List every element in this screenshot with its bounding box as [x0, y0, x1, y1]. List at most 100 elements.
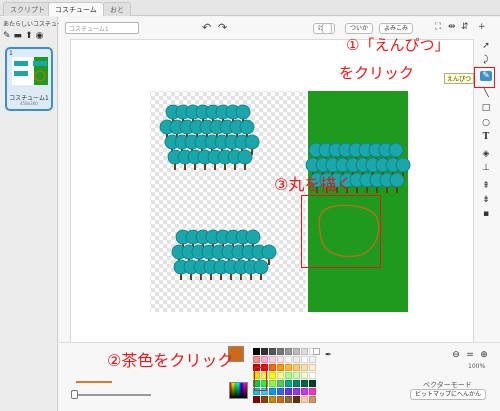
library-icon[interactable]: ▬ — [14, 31, 23, 41]
reshape-icon[interactable]: ⤸ — [480, 55, 492, 65]
color-swatch[interactable] — [285, 388, 292, 395]
redo-icon[interactable]: ↷ — [218, 22, 227, 34]
annotation-step2: ②茶色をクリック — [107, 351, 234, 370]
color-swatch[interactable] — [253, 356, 260, 363]
color-swatch[interactable] — [277, 356, 284, 363]
import-button[interactable]: よみこみ — [379, 23, 414, 34]
color-swatch[interactable] — [293, 348, 300, 355]
convert-to-bitmap-button[interactable]: ビットマップにへんかん — [410, 389, 487, 400]
color-swatch[interactable] — [309, 380, 316, 387]
ellipse-icon[interactable]: ○ — [480, 118, 492, 128]
crop-icon[interactable]: ⛶ — [435, 22, 441, 32]
color-swatch[interactable] — [261, 396, 268, 403]
color-swatch[interactable] — [269, 380, 276, 387]
color-swatch[interactable] — [277, 348, 284, 355]
color-swatch[interactable] — [301, 364, 308, 371]
tab-scripts[interactable]: スクリプト — [3, 2, 52, 16]
highlight-pencil-tool — [474, 67, 495, 88]
text-icon[interactable]: T — [480, 132, 492, 142]
camera-icon[interactable]: ◉ — [36, 31, 44, 41]
color-swatch[interactable] — [269, 348, 276, 355]
canvas-artwork — [150, 91, 411, 312]
pen-size-slider[interactable] — [71, 394, 151, 396]
color-swatch[interactable] — [309, 388, 316, 395]
color-swatch[interactable] — [269, 364, 276, 371]
spacer — [322, 23, 332, 34]
back-layer-icon[interactable]: ⇟ — [480, 195, 492, 205]
color-swatch[interactable] — [301, 372, 308, 379]
line-icon[interactable]: ╲ — [480, 88, 492, 98]
color-swatch[interactable] — [293, 356, 300, 363]
color-swatch[interactable] — [269, 372, 276, 379]
pencil-tooltip: えんぴつ — [444, 73, 475, 84]
select-icon[interactable]: ➚ — [480, 41, 492, 51]
stamp-icon[interactable]: ⊥ — [480, 163, 492, 173]
forward-layer-icon[interactable]: ⇞ — [480, 181, 492, 191]
color-swatch[interactable] — [253, 396, 260, 403]
zoom-in-icon[interactable]: ⊕ — [479, 350, 489, 360]
costume-number: 1 — [9, 50, 13, 57]
color-swatch[interactable] — [309, 356, 316, 363]
stroke-preview — [76, 381, 112, 383]
color-swatch[interactable] — [301, 356, 308, 363]
add-button[interactable]: ついか — [345, 23, 374, 34]
color-swatch[interactable] — [285, 364, 292, 371]
color-swatch[interactable] — [285, 372, 292, 379]
highlight-brown-color — [254, 367, 267, 391]
color-picker-gradient[interactable] — [229, 382, 248, 399]
color-swatch[interactable] — [269, 396, 276, 403]
color-swatch[interactable] — [301, 348, 308, 355]
color-swatch[interactable] — [293, 380, 300, 387]
costume-pane: あたらしいコスチューム: ✎ ▬ ⬆ ◉ 1 コスチューム1 458x360 — [0, 17, 71, 411]
eyedropper-icon[interactable]: ✒ — [325, 350, 332, 359]
color-swatch[interactable] — [309, 372, 316, 379]
color-swatch[interactable] — [293, 388, 300, 395]
no-color-swatch[interactable] — [313, 348, 320, 355]
tab-costumes[interactable]: コスチューム — [48, 2, 104, 16]
undo-icon[interactable]: ↶ — [202, 22, 211, 34]
color-swatch[interactable] — [277, 396, 284, 403]
screen: スクリプト コスチューム おと あたらしいコスチューム: ✎ ▬ ⬆ ◉ 1 コ… — [0, 0, 500, 411]
color-swatch[interactable] — [285, 356, 292, 363]
color-swatch[interactable] — [285, 348, 292, 355]
costume-thumbnail-1[interactable]: 1 コスチューム1 458x360 — [5, 47, 53, 111]
color-swatch[interactable] — [293, 372, 300, 379]
zoom-level: 100% — [468, 363, 486, 370]
color-swatch[interactable] — [285, 396, 292, 403]
flip-horizontal-icon[interactable]: ⇹ — [448, 22, 456, 32]
annotation-step3: ③丸を描く — [274, 175, 353, 194]
color-swatch[interactable] — [301, 396, 308, 403]
zoom-reset-icon[interactable]: = — [465, 350, 475, 360]
color-swatch[interactable] — [309, 364, 316, 371]
color-swatch[interactable] — [269, 388, 276, 395]
fill-icon[interactable]: ◈ — [480, 149, 492, 159]
color-swatch[interactable] — [277, 364, 284, 371]
color-swatch[interactable] — [277, 372, 284, 379]
brush-icon[interactable]: ✎ — [3, 31, 11, 41]
color-swatch[interactable] — [301, 380, 308, 387]
drawing-canvas[interactable] — [70, 39, 474, 359]
color-swatch[interactable] — [293, 396, 300, 403]
tab-sounds[interactable]: おと — [103, 2, 131, 16]
zoom-out-icon[interactable]: ⊖ — [451, 350, 461, 360]
color-swatch[interactable] — [261, 348, 268, 355]
tree-row-1 — [159, 104, 260, 171]
color-swatch[interactable] — [277, 388, 284, 395]
color-swatch[interactable] — [309, 396, 316, 403]
color-swatch[interactable] — [285, 380, 292, 387]
color-swatch[interactable] — [261, 356, 268, 363]
upload-icon[interactable]: ⬆ — [25, 31, 33, 41]
pen-size-slider-knob[interactable] — [71, 390, 78, 399]
rectangle-icon[interactable]: □ — [480, 103, 492, 113]
group-icon[interactable]: ▪ — [480, 209, 492, 219]
color-swatch[interactable] — [277, 380, 284, 387]
color-swatch[interactable] — [253, 348, 260, 355]
costume-name-input[interactable]: コスチューム1 — [65, 22, 139, 34]
color-swatch[interactable] — [301, 388, 308, 395]
costume-size-label: 458x360 — [20, 101, 38, 106]
set-center-icon[interactable]: + — [478, 22, 486, 32]
color-swatch[interactable] — [269, 356, 276, 363]
color-swatch[interactable] — [293, 364, 300, 371]
costume-thumbnail-image — [12, 57, 48, 85]
flip-vertical-icon[interactable]: ⇵ — [461, 22, 469, 32]
